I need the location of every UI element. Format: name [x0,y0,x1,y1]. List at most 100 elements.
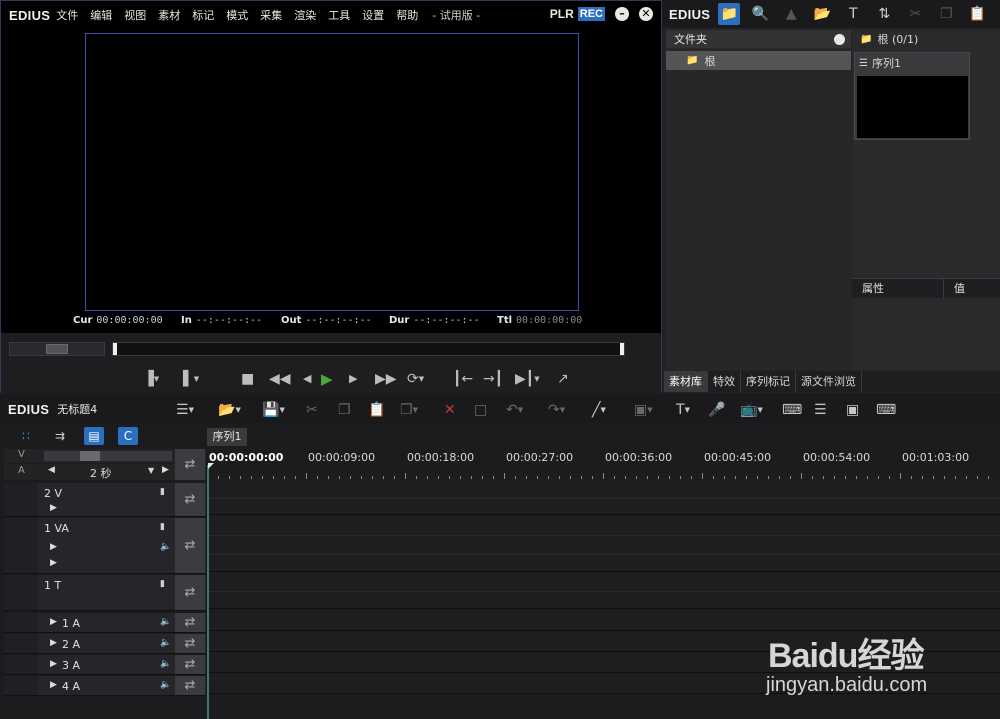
open-folder-icon[interactable]: 📂 [811,3,833,25]
close-pane-icon[interactable]: × [834,33,845,45]
clip-tile-sequence[interactable]: ☰ 序列1 [854,52,970,140]
expand-icon[interactable]: ▶ [50,617,57,627]
folder-root-item[interactable]: 📁 根 [666,51,851,70]
out-point-mark[interactable] [620,343,624,355]
tab-effects[interactable]: 特效 [708,371,741,392]
sync-icon[interactable]: ⇄ [175,634,205,653]
speaker-icon[interactable]: 🔈 [160,617,171,627]
overwrite-icon[interactable]: →┃ [483,371,503,387]
sync-all-icon[interactable]: ⇄ [175,449,205,480]
transition-icon[interactable]: ▣▼ [634,401,653,419]
play-icon[interactable]: ▶ [321,371,333,387]
copy-icon[interactable]: ❐ [338,401,351,419]
insert-icon[interactable]: ┃← [453,371,473,387]
video-enable-icon[interactable]: ▮ [160,579,165,589]
sequence-icon[interactable]: ⇅ [873,3,895,25]
tab-source-browser[interactable]: 源文件浏览 [796,371,862,392]
undo-icon[interactable]: ↶▼ [506,401,523,419]
speaker-icon[interactable]: 🔈 [160,638,171,648]
track-4a[interactable]: ▶ 4 A 🔈 ⇄ [4,676,206,696]
shortcut-icon[interactable]: ⌨ [876,401,896,419]
shuttle-slider[interactable] [9,342,105,356]
sequence-menu-icon[interactable]: ☰▼ [176,401,194,419]
match-frame-icon[interactable]: ▶┃▼ [515,371,540,387]
expand-icon[interactable]: ▶ [50,503,57,513]
speaker-icon[interactable]: 🔈 [160,680,171,690]
export-icon[interactable]: 📺▼ [740,401,763,419]
scale-left-icon[interactable]: ◀ [48,465,55,475]
rec-button[interactable]: REC [577,7,605,21]
zoom-slider[interactable] [44,451,172,461]
lane-1t[interactable] [207,573,1000,609]
add-title-icon[interactable]: T [842,3,864,25]
track-2v[interactable]: 2 V ▮ ▶ ⇄ [4,483,206,517]
up-folder-icon[interactable]: ▲ [780,3,802,25]
menu-render[interactable]: 渲染 [294,7,316,23]
clip-thumbnail[interactable] [857,76,968,138]
sync-icon[interactable]: ⇄ [175,483,205,516]
sync-icon[interactable]: ⇄ [175,613,205,632]
menu-edit[interactable]: 编辑 [90,7,112,23]
playhead-handle[interactable] [208,463,214,469]
expand-icon[interactable]: ▶ [50,680,57,690]
sync-icon[interactable]: ⇄ [175,655,205,674]
expand-icon[interactable]: ▶ [50,638,57,648]
delete-icon[interactable]: ✕ [444,401,456,419]
menu-settings[interactable]: 设置 [362,7,384,23]
sync-icon[interactable]: ⇄ [175,575,205,610]
menu-capture[interactable]: 采集 [260,7,282,23]
plr-button[interactable]: PLR [550,7,574,21]
save-icon[interactable]: 💾▼ [262,401,285,419]
scale-dropdown-icon[interactable]: ▼ [148,466,154,475]
expand-icon[interactable]: ▶ [50,659,57,669]
effects-icon[interactable]: ▣ [846,401,859,419]
set-out-icon[interactable]: ▌▼ [183,371,199,387]
timeline-ruler[interactable]: 00:00:00:00 00:00:09:00 00:00:18:00 00:0… [207,447,1000,479]
tab-bin[interactable]: 素材库 [664,371,708,392]
menu-clip[interactable]: 素材 [158,7,180,23]
expand-icon[interactable]: ▶ [50,558,57,568]
open-project-icon[interactable]: 📂▼ [218,401,241,419]
scale-right-icon[interactable]: ▶ [162,465,169,475]
rewind-icon[interactable]: ◀◀ [269,371,291,387]
shuttle-knob[interactable] [46,344,68,354]
lane-2v[interactable] [207,481,1000,515]
menu-help[interactable]: 帮助 [396,7,418,23]
track-3a[interactable]: ▶ 3 A 🔈 ⇄ [4,655,206,675]
ripple-mode-icon[interactable]: ⇉ [50,427,70,445]
copy-icon[interactable]: ❐ [935,3,957,25]
sync-icon[interactable]: ⇄ [175,518,205,573]
menu-tools[interactable]: 工具 [328,7,350,23]
cut-icon[interactable]: ✂ [904,3,926,25]
track-1va[interactable]: 1 VA ▮ ▶ 🔈 ▶ ⇄ [4,518,206,574]
paste-icon[interactable]: 📋 [368,401,385,419]
track-2a[interactable]: ▶ 2 A 🔈 ⇄ [4,634,206,654]
paste-mode-icon[interactable]: ❐▼ [400,401,418,419]
search-icon[interactable]: 🔍 [749,3,771,25]
close-icon[interactable]: ✕ [639,7,653,21]
folder-view-icon[interactable]: 📁 [718,3,741,25]
timeline-playhead[interactable] [207,465,209,719]
loop-play-icon[interactable]: ⟳▼ [407,371,424,387]
video-enable-icon[interactable]: ▮ [160,487,165,497]
menu-marker[interactable]: 标记 [192,7,214,23]
set-in-icon[interactable]: ▐▼ [143,371,159,387]
video-enable-icon[interactable]: ▮ [160,522,165,532]
redo-icon[interactable]: ↷▼ [548,401,565,419]
expand-icon[interactable]: ▶ [50,542,57,552]
step-forward-icon[interactable]: ▶ [349,371,357,387]
sequence-tab[interactable]: 序列1 [207,428,247,446]
track-1a[interactable]: ▶ 1 A 🔈 ⇄ [4,613,206,633]
in-point-mark[interactable] [113,343,117,355]
ripple-delete-icon[interactable]: □ [474,401,487,419]
export-icon[interactable]: ↗ [557,371,569,387]
snap-mode-icon[interactable]: C [118,427,138,445]
speaker-icon[interactable]: 🔈 [160,659,171,669]
position-slider[interactable] [112,342,625,356]
scale-value[interactable]: 2 秒 [90,465,112,481]
cut-point-icon[interactable]: ╱▼ [592,401,606,419]
title-icon[interactable]: T▼ [676,401,690,419]
speaker-icon[interactable]: 🔈 [160,542,171,552]
sync-mode-icon[interactable]: ▤ [84,427,104,445]
paste-icon[interactable]: 📋 [966,3,988,25]
